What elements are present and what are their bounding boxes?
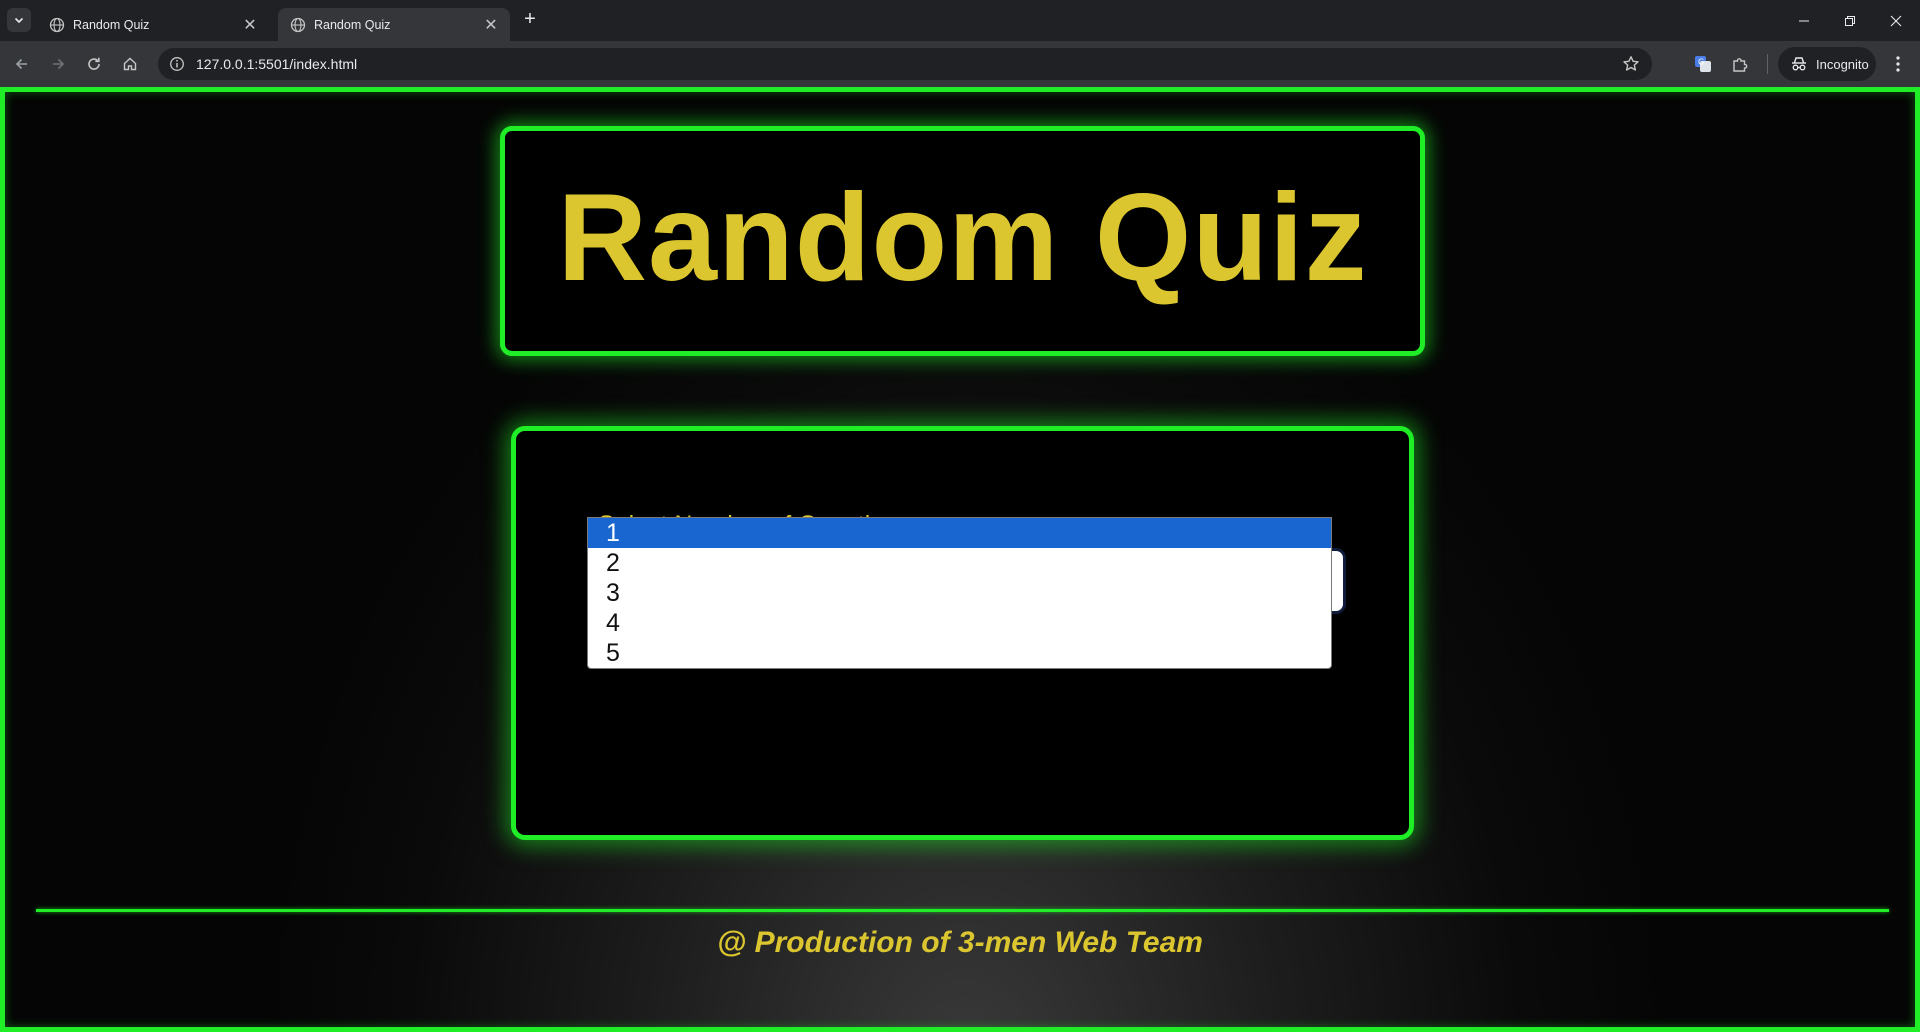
new-tab-button[interactable]: + — [520, 9, 540, 30]
option-3[interactable]: 3 — [588, 578, 1331, 608]
globe-icon — [290, 17, 306, 32]
incognito-icon — [1792, 57, 1806, 71]
tab-random-quiz-1[interactable]: Random Quiz ✕ — [37, 8, 269, 41]
option-1[interactable]: 1 — [588, 518, 1331, 548]
back-button[interactable] — [8, 50, 36, 78]
close-icon — [1890, 15, 1902, 26]
arrow-right-icon — [53, 58, 65, 70]
incognito-profile-button[interactable]: Incognito — [1778, 47, 1876, 81]
profile-label: Incognito — [1816, 56, 1869, 72]
toolbar-separator — [1767, 54, 1768, 74]
restore-button[interactable] — [1828, 0, 1872, 41]
url-text: 127.0.0.1:5501/index.html — [196, 56, 358, 72]
tab-title: Random Quiz — [314, 17, 391, 32]
translate-extension-icon[interactable]: G — [1689, 50, 1717, 78]
tab-strip: Random Quiz ✕ Random Quiz ✕ + — [0, 0, 1920, 41]
restore-icon — [1845, 15, 1855, 26]
home-button[interactable] — [116, 50, 144, 78]
arrow-left-icon — [15, 58, 27, 70]
option-5[interactable]: 5 — [588, 638, 1331, 668]
minimize-button[interactable] — [1782, 0, 1826, 41]
minimize-icon — [1799, 20, 1809, 21]
close-tab-icon[interactable]: ✕ — [482, 16, 500, 34]
close-window-button[interactable] — [1874, 0, 1918, 41]
forward-button[interactable] — [44, 50, 72, 78]
option-2[interactable]: 2 — [588, 548, 1331, 578]
browser-menu-button[interactable] — [1886, 50, 1910, 78]
footer-credit: @ Production of 3-men Web Team — [717, 926, 1203, 959]
reload-icon — [88, 57, 100, 70]
reload-button[interactable] — [80, 50, 108, 78]
home-icon — [123, 57, 137, 71]
kebab-menu-icon — [1896, 56, 1900, 72]
chevron-down-icon — [14, 17, 24, 24]
close-tab-icon[interactable]: ✕ — [241, 16, 259, 34]
page-title: Random Quiz — [557, 169, 1368, 307]
question-count-options: 1 2 3 4 5 — [587, 517, 1332, 669]
globe-icon — [49, 17, 65, 32]
svg-text:G: G — [1698, 58, 1704, 67]
option-4[interactable]: 4 — [588, 608, 1331, 638]
address-bar[interactable]: 127.0.0.1:5501/index.html — [158, 48, 1652, 80]
tab-search-button[interactable] — [7, 8, 31, 32]
tab-random-quiz-2[interactable]: Random Quiz ✕ — [278, 8, 510, 41]
title-card: Random Quiz — [500, 126, 1425, 356]
footer-divider — [36, 909, 1889, 912]
tab-title: Random Quiz — [73, 17, 150, 32]
extensions-puzzle-icon[interactable] — [1726, 50, 1754, 78]
site-info-icon[interactable] — [168, 55, 186, 73]
bookmark-star-icon[interactable] — [1622, 55, 1640, 78]
